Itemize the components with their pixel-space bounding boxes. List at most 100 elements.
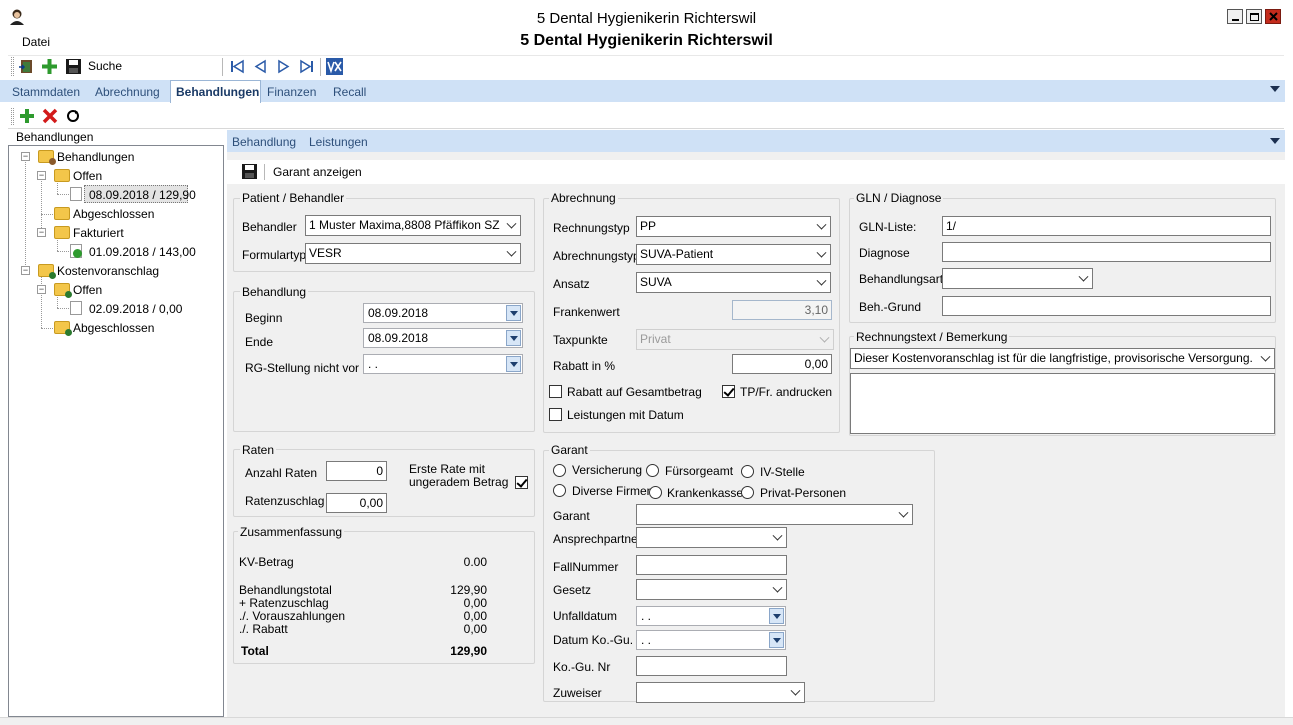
gesetz-select[interactable] — [636, 579, 787, 600]
radio-diverse-firmen[interactable] — [553, 484, 566, 497]
calendar-dropdown-icon[interactable] — [506, 356, 521, 372]
radio-versicherung[interactable] — [553, 464, 566, 477]
behandlungsart-label: Behandlungsart — [859, 272, 944, 286]
tree-collapse-toggle[interactable]: − — [37, 228, 46, 237]
tab-leistungen[interactable]: Leistungen — [309, 135, 368, 149]
search-label[interactable]: Suche — [88, 59, 122, 73]
close-button[interactable] — [1265, 9, 1281, 24]
first-record-icon[interactable] — [229, 58, 246, 75]
tree-node-behandlungen[interactable]: Behandlungen — [57, 150, 134, 164]
rg-stellung-date-picker[interactable]: . . — [363, 354, 523, 374]
diagnose-input[interactable] — [942, 242, 1271, 262]
add-treatment-icon[interactable] — [19, 108, 35, 124]
tree-collapse-toggle[interactable]: − — [37, 171, 46, 180]
datum-kogu-date-picker[interactable]: . . — [636, 630, 786, 650]
rechnungstyp-value: PP — [640, 219, 657, 233]
radio-fuersorgeamt[interactable] — [646, 464, 659, 477]
formulartyp-select[interactable]: VESR — [305, 243, 521, 264]
erste-rate-checkbox[interactable] — [515, 476, 528, 489]
next-record-icon[interactable] — [275, 58, 292, 75]
refresh-icon[interactable] — [66, 109, 80, 123]
tree-node-offen[interactable]: Offen — [73, 169, 102, 183]
tab-recall[interactable]: Recall — [333, 85, 366, 99]
rechnungstext-select[interactable]: Dieser Kostenvoranschlag ist für die lan… — [850, 348, 1275, 369]
toolbar-grip[interactable] — [11, 108, 14, 125]
radio-privat-personen[interactable] — [741, 486, 754, 499]
radio-krankenkasse[interactable] — [649, 486, 662, 499]
save-icon[interactable] — [242, 164, 257, 179]
calendar-dropdown-icon[interactable] — [769, 632, 784, 648]
ende-date-picker[interactable]: 08.09.2018 — [363, 328, 523, 348]
vx-icon[interactable] — [326, 58, 343, 75]
bemerkung-textarea[interactable] — [850, 373, 1275, 434]
ansatz-select[interactable]: SUVA — [636, 272, 831, 293]
behandler-select[interactable]: 1 Muster Maxima,8808 Pfäffikon SZ — [305, 215, 521, 236]
toolbar-grip[interactable] — [11, 57, 14, 76]
group-title: Garant — [549, 443, 590, 457]
behandlungsart-select[interactable] — [942, 268, 1093, 289]
rabatt-input[interactable]: 0,00 — [732, 354, 832, 374]
tp-andrucken-checkbox[interactable] — [722, 385, 735, 398]
zuweiser-select[interactable] — [636, 682, 805, 703]
tab-behandlungen[interactable]: Behandlungen — [170, 80, 261, 103]
abrechnungstyp-select[interactable]: SUVA-Patient — [636, 244, 831, 265]
abrechnungstyp-value: SUVA-Patient — [640, 247, 714, 261]
tree-node-abgeschlossen[interactable]: Abgeschlossen — [73, 207, 154, 221]
frankenwert-input[interactable]: 3,10 — [732, 300, 832, 320]
kv-betrag-value: 0.00 — [463, 555, 487, 569]
last-record-icon[interactable] — [298, 58, 315, 75]
tab-behandlung[interactable]: Behandlung — [232, 135, 296, 149]
datum-kogu-value: . . — [641, 633, 652, 647]
tree-collapse-toggle[interactable]: − — [37, 285, 46, 294]
tree-collapse-toggle[interactable]: − — [21, 152, 30, 161]
garant-anzeigen-button[interactable]: Garant anzeigen — [273, 165, 362, 179]
datum-kogu-label: Datum Ko.-Gu. — [553, 633, 634, 647]
beginn-date-picker[interactable]: 08.09.2018 — [363, 303, 523, 323]
ansprechpartner-select[interactable] — [636, 527, 787, 548]
rechnungstyp-select[interactable]: PP — [636, 216, 831, 237]
calendar-dropdown-icon[interactable] — [506, 330, 521, 346]
form-toolbar — [227, 160, 1285, 184]
minimize-button[interactable] — [1227, 9, 1243, 24]
tree-node-kv-abgeschlossen[interactable]: Abgeschlossen — [73, 321, 154, 335]
delete-icon[interactable] — [42, 108, 58, 124]
tree-collapse-toggle[interactable]: − — [21, 266, 30, 275]
tree-connector — [57, 194, 69, 195]
calendar-dropdown-icon[interactable] — [506, 305, 521, 321]
leistungen-datum-checkbox[interactable] — [549, 408, 562, 421]
ansatz-value: SUVA — [640, 275, 672, 289]
tree-node-kostenvoranschlag[interactable]: Kostenvoranschlag — [57, 264, 159, 278]
gln-liste-input[interactable]: 1/ — [942, 216, 1271, 236]
taxpunkte-select[interactable]: Privat — [636, 329, 834, 350]
add-icon[interactable] — [41, 58, 58, 75]
tab-stammdaten[interactable]: Stammdaten — [12, 85, 80, 99]
tree-node-fakturiert[interactable]: Fakturiert — [73, 226, 124, 240]
unfalldatum-date-picker[interactable]: . . — [636, 606, 786, 626]
tree-node-kv-treatment[interactable]: 02.09.2018 / 0,00 — [89, 302, 182, 316]
summary-row-label: + Ratenzuschlag — [239, 596, 329, 610]
summary-row-label: ./. Vorauszahlungen — [239, 609, 346, 623]
maximize-button[interactable] — [1246, 9, 1262, 24]
tab-finanzen[interactable]: Finanzen — [267, 85, 316, 99]
tab-overflow-arrow-icon[interactable] — [1270, 86, 1280, 92]
kogu-nr-input[interactable] — [636, 656, 787, 676]
previous-record-icon[interactable] — [252, 58, 269, 75]
exit-door-icon[interactable] — [18, 58, 35, 75]
tree-node-treatment-open[interactable]: 08.09.2018 / 129,90 — [89, 188, 196, 202]
tree-node-treatment-invoiced[interactable]: 01.09.2018 / 143,00 — [89, 245, 196, 259]
maximize-icon — [1250, 13, 1259, 21]
rabatt-gesamtbetrag-checkbox[interactable] — [549, 385, 562, 398]
beh-grund-input[interactable] — [942, 296, 1271, 316]
calendar-dropdown-icon[interactable] — [769, 608, 784, 624]
radio-privat-personen-label: Privat-Personen — [760, 486, 847, 500]
garant-select[interactable] — [636, 504, 913, 525]
save-icon[interactable] — [65, 58, 82, 75]
document-icon — [70, 187, 82, 201]
tab-overflow-arrow-icon[interactable] — [1270, 138, 1280, 144]
ratenzuschlag-input[interactable]: 0,00 — [326, 493, 387, 513]
tree-node-kv-offen[interactable]: Offen — [73, 283, 102, 297]
fallnummer-input[interactable] — [636, 555, 787, 575]
tab-abrechnung[interactable]: Abrechnung — [95, 85, 160, 99]
radio-iv-stelle[interactable] — [741, 465, 754, 478]
anzahl-raten-input[interactable]: 0 — [326, 461, 387, 481]
